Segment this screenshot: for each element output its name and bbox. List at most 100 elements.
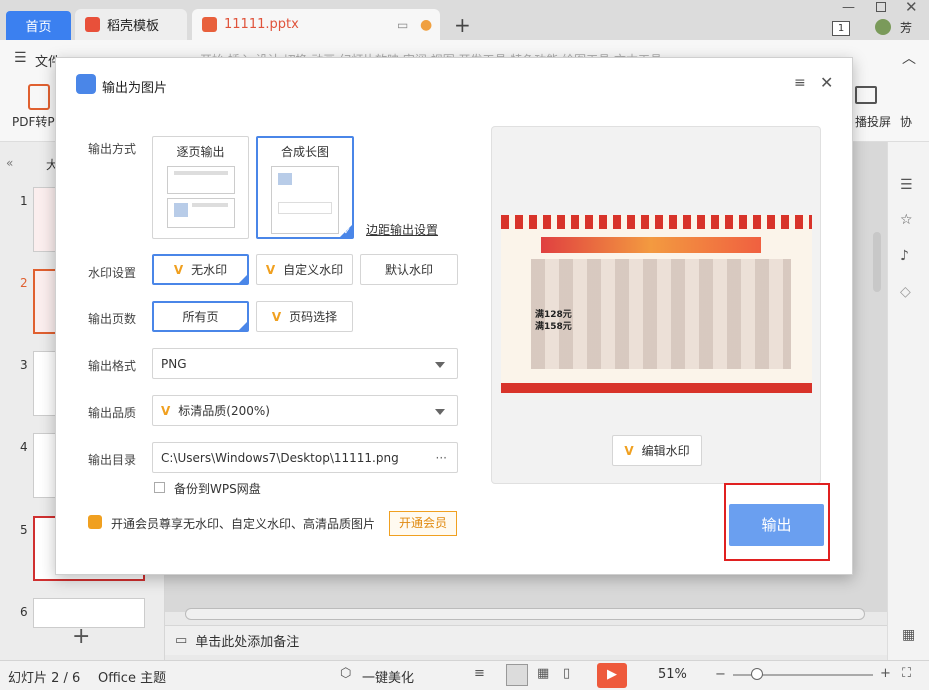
per-page-preview-icon bbox=[166, 166, 235, 194]
align-icon[interactable]: ≡ bbox=[474, 666, 485, 681]
speaker-icon[interactable]: ♪ bbox=[900, 248, 909, 264]
preview-image: 满128元 满158元 bbox=[501, 215, 812, 393]
zoom-level[interactable]: 51% bbox=[658, 667, 687, 682]
per-page-preview-icon-2 bbox=[166, 198, 235, 228]
play-slideshow-button[interactable]: ▶ bbox=[597, 663, 627, 688]
tab-home[interactable]: 首页 bbox=[6, 11, 71, 40]
hamburger-icon[interactable]: ☰ bbox=[14, 50, 27, 66]
preview-banner bbox=[541, 237, 761, 253]
normal-view-icon[interactable] bbox=[506, 664, 528, 686]
label-watermark: 水印设置 bbox=[88, 266, 137, 280]
right-toolbar: ☰ ☆ ♪ ◇ ▦ bbox=[887, 142, 929, 660]
label-format: 输出格式 bbox=[88, 359, 137, 373]
label-pages: 输出页数 bbox=[88, 312, 137, 326]
user-name: 芳 bbox=[900, 21, 913, 35]
mode-per-page-label: 逐页输出 bbox=[176, 145, 225, 159]
sorter-view-icon[interactable]: ▦ bbox=[537, 666, 549, 681]
selected-corner bbox=[238, 274, 248, 284]
monitor-icon[interactable]: ▭ bbox=[397, 18, 408, 32]
watermark-default-label: 默认水印 bbox=[384, 263, 433, 277]
vertical-scrollbar[interactable] bbox=[873, 232, 881, 292]
edit-watermark-button[interactable]: V 编辑水印 bbox=[612, 435, 702, 466]
vip-v-icon: V bbox=[173, 262, 184, 277]
label-directory: 输出目录 bbox=[88, 453, 137, 467]
new-tab-icon[interactable]: + bbox=[454, 13, 471, 37]
fit-window-icon[interactable]: ⛶ bbox=[902, 666, 911, 681]
close-window-icon[interactable]: ✕ bbox=[905, 0, 918, 16]
backup-checkbox[interactable] bbox=[154, 482, 165, 493]
daoke-icon bbox=[85, 17, 100, 32]
pdf-convert-label[interactable]: PDF转P bbox=[12, 113, 55, 130]
zoom-in-icon[interactable]: + bbox=[880, 666, 891, 681]
tab-bar: 首页 稻壳模板 11111.pptx ▭ ● + 1 芳 — ✕ bbox=[0, 0, 929, 40]
watermark-custom-label: 自定义水印 bbox=[283, 263, 344, 277]
check-icon: ✓ bbox=[343, 227, 351, 237]
long-image-preview-icon bbox=[271, 166, 339, 234]
add-slide-button[interactable]: + bbox=[72, 624, 90, 649]
mode-long-image-option[interactable]: 合成长图 ✓ bbox=[256, 136, 354, 239]
vip-open-button[interactable]: 开通会员 bbox=[389, 511, 457, 536]
quality-value: 标清品质(200%) bbox=[178, 404, 270, 418]
projection-label[interactable]: 播投屏 bbox=[855, 113, 891, 130]
collapse-panel-icon[interactable]: « bbox=[6, 156, 13, 170]
pages-all-label: 所有页 bbox=[182, 310, 219, 324]
watermark-none-label: 无水印 bbox=[191, 263, 228, 277]
slide-info: 幻灯片 2 / 6 bbox=[8, 671, 81, 686]
pages-all-option[interactable]: 所有页 bbox=[152, 301, 249, 332]
edit-watermark-label: 编辑水印 bbox=[641, 444, 690, 458]
collapse-ribbon-icon[interactable]: ︿ bbox=[902, 48, 916, 68]
quality-select[interactable]: V 标清品质(200%) bbox=[152, 395, 458, 426]
horizontal-scrollbar[interactable] bbox=[185, 608, 865, 620]
grid-icon[interactable]: ▦ bbox=[902, 627, 915, 643]
slide-number: 4 bbox=[20, 440, 28, 454]
tab-home-label: 首页 bbox=[25, 20, 52, 35]
slide-number: 3 bbox=[20, 358, 28, 372]
watermark-custom-option[interactable]: V 自定义水印 bbox=[256, 254, 353, 285]
tab-daoke-templates[interactable]: 稻壳模板 bbox=[75, 9, 187, 40]
window-count-badge[interactable]: 1 bbox=[832, 21, 850, 36]
notes-bar[interactable]: ▭ 单击此处添加备注 bbox=[165, 625, 887, 655]
vip-v-icon: V bbox=[271, 309, 282, 324]
tab-daoke-label: 稻壳模板 bbox=[107, 19, 160, 34]
preview-text-2: 满158元 bbox=[535, 322, 572, 332]
export-image-dialog: 输出为图片 ≡ ✕ 输出方式 水印设置 输出页数 输出格式 输出品质 输出目录 … bbox=[55, 57, 853, 575]
slide-number: 6 bbox=[20, 605, 28, 619]
preview-border-pattern bbox=[501, 215, 812, 229]
projection-icon[interactable] bbox=[855, 86, 877, 104]
cooperate-label[interactable]: 协 bbox=[900, 113, 912, 130]
pdf-convert-icon[interactable] bbox=[28, 84, 50, 110]
dialog-close-icon[interactable]: ✕ bbox=[820, 73, 833, 92]
watermark-default-option[interactable]: 默认水印 bbox=[360, 254, 458, 285]
theme-name[interactable]: Office 主题 bbox=[98, 667, 166, 686]
unsaved-dot-icon: ● bbox=[420, 16, 433, 33]
maximize-icon[interactable] bbox=[876, 2, 886, 12]
beautify-button[interactable]: 一键美化 bbox=[362, 667, 414, 686]
vip-v-icon: V bbox=[265, 262, 276, 277]
format-value: PNG bbox=[161, 356, 187, 371]
minimize-icon[interactable]: — bbox=[842, 0, 855, 15]
zoom-slider-handle[interactable] bbox=[751, 668, 763, 680]
pptx-icon bbox=[202, 17, 217, 32]
star-icon[interactable]: ☆ bbox=[900, 212, 913, 228]
dialog-title: 输出为图片 bbox=[102, 81, 168, 96]
avatar[interactable] bbox=[875, 19, 891, 35]
mode-per-page-option[interactable]: 逐页输出 bbox=[152, 136, 249, 239]
export-button[interactable]: 输出 bbox=[729, 504, 824, 546]
label-export-mode: 输出方式 bbox=[88, 142, 137, 156]
slide-number: 5 bbox=[20, 523, 28, 537]
dropdown-caret-icon bbox=[435, 362, 445, 368]
watermark-none-option[interactable]: V 无水印 bbox=[152, 254, 249, 285]
reading-view-icon[interactable]: ▯ bbox=[563, 666, 570, 681]
settings-sliders-icon[interactable]: ☰ bbox=[900, 177, 913, 193]
zoom-out-icon[interactable]: − bbox=[715, 667, 726, 682]
margin-settings-link[interactable]: 边距输出设置 bbox=[366, 221, 438, 238]
pages-select-option[interactable]: V 页码选择 bbox=[256, 301, 353, 332]
browse-directory-button[interactable]: ··· bbox=[436, 451, 447, 465]
dialog-menu-icon[interactable]: ≡ bbox=[794, 75, 806, 91]
format-select[interactable]: PNG bbox=[152, 348, 458, 379]
directory-input[interactable]: C:\Users\Windows7\Desktop\11111.png ··· bbox=[152, 442, 458, 473]
cube-icon[interactable]: ◇ bbox=[900, 284, 911, 300]
preview-panel: 满128元 满158元 V 编辑水印 bbox=[491, 126, 821, 484]
vip-promo-text: 开通会员尊享无水印、自定义水印、高清品质图片 bbox=[111, 517, 376, 531]
tab-document[interactable]: 11111.pptx ▭ ● bbox=[192, 9, 440, 40]
